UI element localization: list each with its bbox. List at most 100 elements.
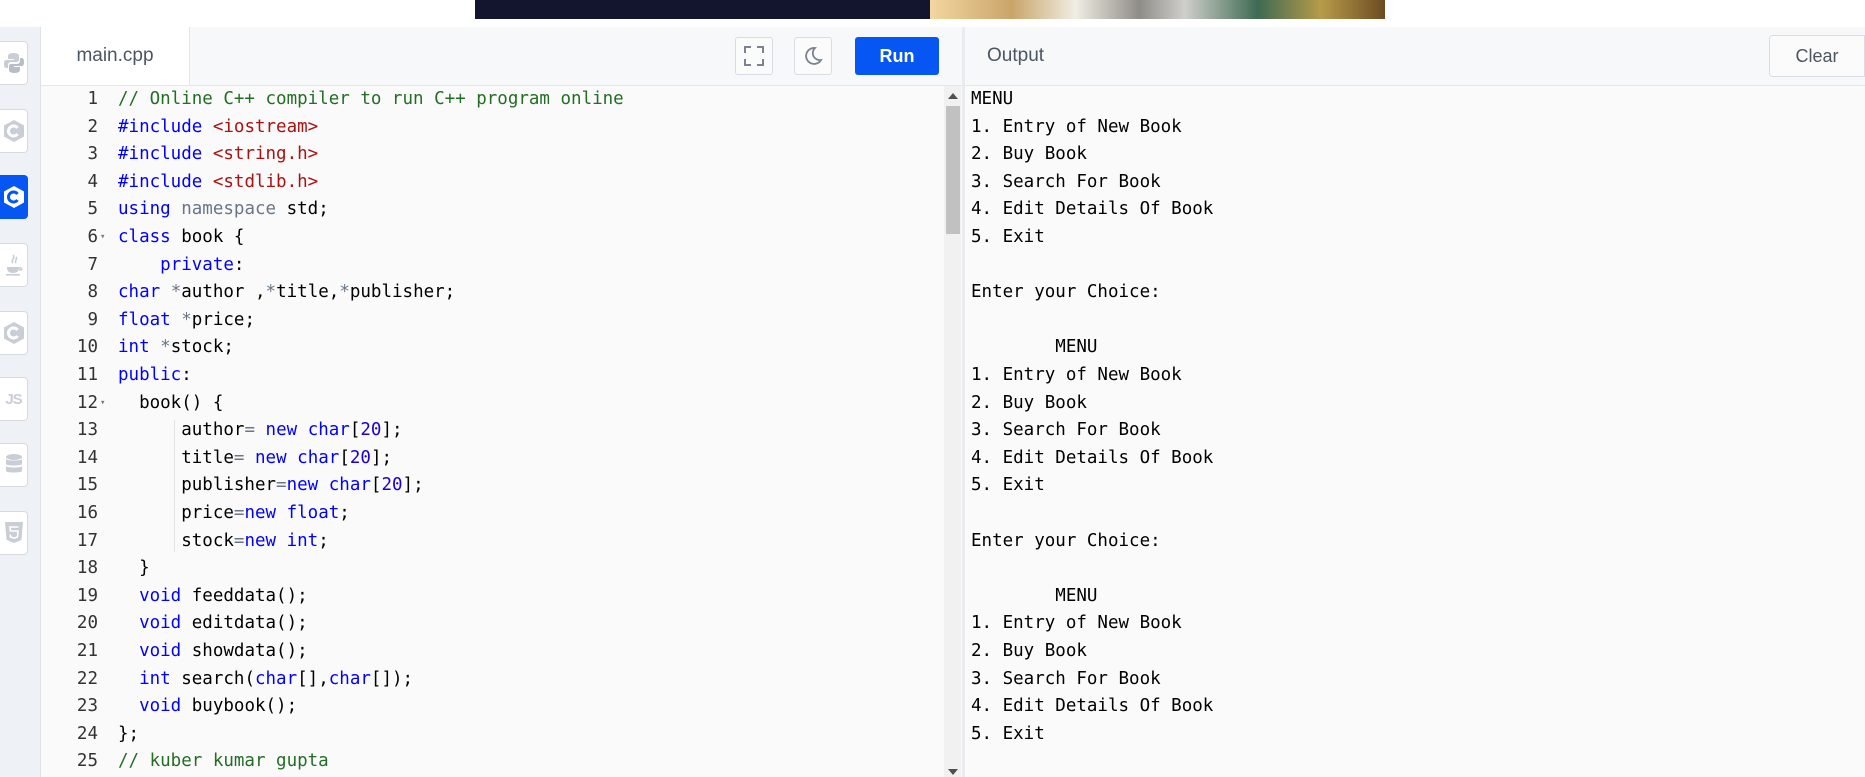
python-icon [3, 53, 24, 73]
fold-arrow-icon[interactable]: ▾ [100, 224, 105, 252]
code-text: } [118, 555, 150, 583]
scrollbar-thumb[interactable] [946, 106, 960, 234]
editor-header: main.cpp Run [41, 27, 964, 86]
code-token: ]; [381, 420, 403, 441]
code-token: book() { [118, 392, 224, 413]
fold-arrow-icon[interactable]: ▾ [100, 390, 105, 418]
c-icon [3, 120, 24, 142]
code-token: ]; [370, 447, 393, 468]
code-token: stock [118, 530, 234, 551]
code-text: using namespace std; [118, 196, 329, 224]
code-text: title= new char[20]; [118, 445, 392, 473]
code-token: new [286, 475, 319, 496]
code-token: char [307, 420, 350, 441]
code-line: 17 stock=new int; [41, 528, 941, 556]
code-token: showdata(); [181, 641, 308, 661]
code-token: std; [276, 199, 329, 220]
dark-mode-button[interactable] [794, 37, 832, 75]
code-line: 8 char *author ,*title,*publisher; [41, 279, 941, 307]
code-line: 14 title= new char[20]; [41, 445, 941, 473]
editor-scrollbar[interactable] [944, 86, 961, 777]
line-number: 16 [76, 503, 98, 523]
tab-main-cpp[interactable]: main.cpp [41, 27, 190, 85]
code-token: int [118, 337, 150, 358]
code-text: author= new char[20]; [118, 417, 403, 445]
output-title: Output [987, 45, 1045, 66]
lang-javascript[interactable]: JS [0, 377, 28, 421]
output-line: 3. Search For Book [971, 420, 1161, 441]
code-token: private [160, 254, 234, 275]
code-text: public: [118, 362, 192, 390]
code-text: book() { [118, 390, 223, 418]
code-text: void feeddata(); [118, 583, 308, 611]
code-line: 12 ▾ book() { [41, 390, 941, 418]
line-number: 9 [87, 309, 98, 330]
html5-icon [4, 522, 23, 543]
code-token: // kuber kumar gupta [118, 751, 329, 772]
clear-button[interactable]: Clear [1769, 35, 1865, 77]
output-line: 2. Buy Book [971, 144, 1087, 165]
code-token: []); [370, 668, 414, 689]
lang-sql[interactable] [0, 443, 28, 487]
code-text: // kuber kumar gupta [118, 748, 329, 776]
lang-html[interactable] [0, 511, 28, 555]
java-icon [5, 254, 22, 276]
code-token: = [244, 420, 255, 441]
code-token: : [181, 365, 192, 385]
lang-python[interactable] [0, 41, 28, 85]
code-token: buybook(); [181, 696, 298, 717]
code-text: void editdata(); [118, 610, 308, 638]
line-number: 22 [76, 668, 98, 689]
run-button[interactable]: Run [855, 37, 939, 75]
advertisement-banner[interactable] [475, 0, 1385, 19]
moon-icon [805, 47, 823, 65]
code-token: char [328, 668, 371, 689]
lang-c[interactable] [0, 109, 28, 153]
code-token: [ [339, 447, 350, 468]
code-token: editdata(); [181, 613, 308, 634]
lang-cpp[interactable] [0, 175, 28, 219]
lang-csharp[interactable] [0, 311, 28, 355]
code-token: <iostream> [212, 116, 319, 137]
indent-guide [174, 420, 175, 553]
code-line: 6 ▾ class book { [41, 224, 941, 252]
code-token: float [286, 503, 340, 523]
code-text: char *author ,*title,*publisher; [118, 279, 455, 307]
fullscreen-button[interactable] [735, 37, 773, 75]
code-token: } [118, 558, 150, 579]
output-line: 2. Buy Book [971, 392, 1087, 413]
code-token: = [233, 447, 245, 468]
scroll-up-arrow-icon[interactable] [948, 93, 958, 99]
output-line: 4. Edit Details Of Book [971, 696, 1214, 717]
code-token: publisher [118, 475, 277, 496]
line-number: 24 [76, 723, 98, 744]
line-number: 6 [87, 227, 98, 247]
code-token: publisher; [349, 282, 456, 303]
code-token: new [244, 503, 277, 523]
lang-java[interactable] [0, 243, 28, 287]
code-line: 5 using namespace std; [41, 196, 941, 224]
code-token: [ [349, 420, 361, 441]
code-token: using [118, 199, 171, 220]
output-line: MENU [971, 89, 1014, 109]
code-token: new [244, 530, 277, 551]
scroll-down-arrow-icon[interactable] [948, 769, 958, 775]
code-text: float *price; [118, 307, 255, 335]
code-token: new [255, 447, 287, 468]
code-line: 7 private: [41, 252, 941, 280]
code-token: ]; [402, 475, 424, 496]
code-token: * [181, 309, 192, 330]
code-token: int [139, 668, 171, 689]
output-line: 1. Entry of New Book [971, 613, 1182, 634]
code-text: void buybook(); [118, 693, 297, 721]
code-token: stock; [170, 337, 234, 358]
output-line: MENU [971, 585, 1098, 606]
code-editor[interactable]: 1 // Online C++ compiler to run C++ progr… [41, 86, 964, 777]
code-token: void [139, 641, 182, 661]
